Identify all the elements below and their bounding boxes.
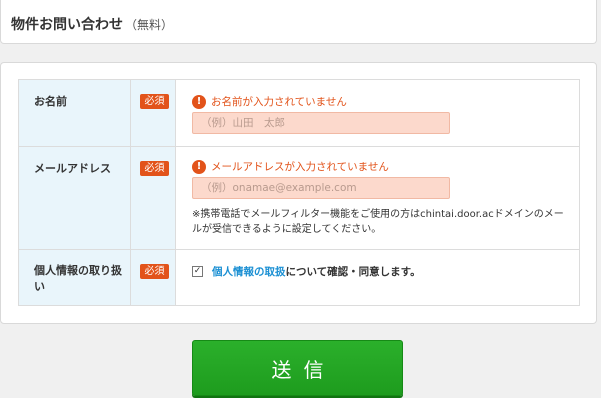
page-title: 物件お問い合わせ （無料） — [11, 14, 173, 34]
name-error: ! お名前が入力されていません — [192, 94, 347, 109]
required-badge: 必須 — [140, 94, 169, 109]
form-row-privacy: 個人情報の取り扱い 必須 ✓ 個人情報の取扱 について確認・同意します。 — [19, 250, 579, 305]
label-cell-privacy: 個人情報の取り扱い — [19, 250, 131, 305]
email-input[interactable]: （例）onamae@example.com — [192, 177, 450, 199]
label-cell-email: メールアドレス — [19, 147, 131, 249]
required-cell-email: 必須 — [131, 147, 176, 249]
email-error: ! メールアドレスが入力されていません — [192, 159, 389, 174]
email-error-text: メールアドレスが入力されていません — [211, 161, 389, 173]
name-input[interactable]: （例）山田 太郎 — [192, 112, 450, 134]
page-title-text: 物件お問い合わせ — [11, 17, 123, 33]
email-filter-note: ※携帯電話でメールフィルター機能をご使用の方はchintai.door.acドメ… — [192, 209, 564, 235]
label-cell-name: お名前 — [19, 80, 131, 146]
field-cell-name: ! お名前が入力されていません （例）山田 太郎 — [176, 80, 579, 146]
form-table: お名前 必須 ! お名前が入力されていません （例）山田 太郎 メールアドレス … — [18, 79, 580, 306]
field-cell-email: ! メールアドレスが入力されていません （例）onamae@example.co… — [176, 147, 579, 249]
required-badge: 必須 — [140, 264, 169, 279]
required-cell-name: 必須 — [131, 80, 176, 146]
page-title-subtitle: （無料） — [125, 18, 174, 32]
privacy-agree-text: について確認・同意します。 — [285, 266, 421, 278]
header-card: 物件お問い合わせ （無料） — [0, 0, 597, 44]
privacy-agreement: ✓ 個人情報の取扱 について確認・同意します。 — [192, 264, 421, 279]
privacy-checkbox[interactable]: ✓ — [192, 266, 203, 277]
inquiry-form: お名前 必須 ! お名前が入力されていません （例）山田 太郎 メールアドレス … — [0, 62, 597, 324]
name-error-text: お名前が入力されていません — [211, 96, 347, 108]
field-cell-privacy: ✓ 個人情報の取扱 について確認・同意します。 — [176, 250, 579, 305]
submit-button[interactable]: 送信 — [192, 340, 403, 396]
privacy-label: 個人情報の取り扱い — [34, 264, 122, 293]
name-label: お名前 — [34, 95, 67, 108]
required-cell-privacy: 必須 — [131, 250, 176, 305]
required-badge: 必須 — [140, 161, 169, 176]
error-icon: ! — [192, 94, 206, 109]
error-icon: ! — [192, 159, 206, 174]
form-row-email: メールアドレス 必須 ! メールアドレスが入力されていません （例）onamae… — [19, 147, 579, 250]
email-label: メールアドレス — [34, 162, 111, 175]
form-row-name: お名前 必須 ! お名前が入力されていません （例）山田 太郎 — [19, 80, 579, 147]
privacy-policy-link[interactable]: 個人情報の取扱 — [212, 264, 286, 279]
